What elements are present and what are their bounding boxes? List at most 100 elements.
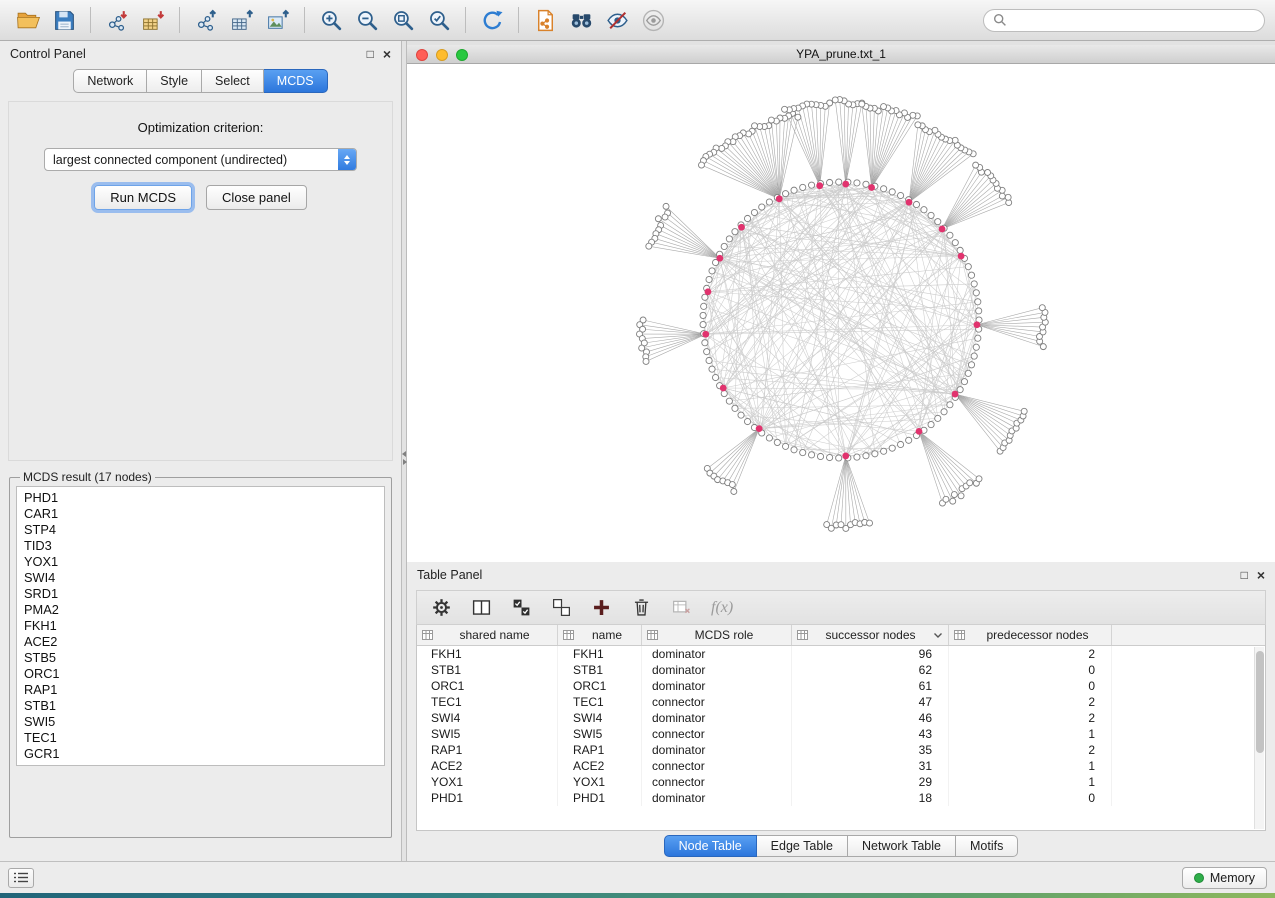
table-row[interactable]: SWI4 SWI4 dominator 46 2 xyxy=(417,710,1265,726)
table-row[interactable]: PHD1 PHD1 dominator 18 0 xyxy=(417,790,1265,806)
cell-predecessor-nodes[interactable]: 1 xyxy=(949,774,1112,790)
cell-successor-nodes[interactable]: 62 xyxy=(792,662,949,678)
network-window-titlebar[interactable]: YPA_prune.txt_1 xyxy=(407,45,1275,64)
tab-mcds[interactable]: MCDS xyxy=(264,69,328,93)
tab-edge-table[interactable]: Edge Table xyxy=(757,835,848,857)
import-network-button[interactable] xyxy=(99,4,135,36)
cell-shared-name[interactable]: STB1 xyxy=(417,662,558,678)
cell-name[interactable]: SWI5 xyxy=(558,726,642,742)
optimization-criterion-select[interactable]: largest connected component (undirected) xyxy=(44,148,357,171)
mcds-result-item[interactable]: YOX1 xyxy=(24,554,377,570)
splitter-handle-icon[interactable] xyxy=(402,451,406,468)
show-graphics-details-button[interactable] xyxy=(635,4,671,36)
close-table-panel-icon[interactable]: × xyxy=(1257,569,1265,581)
cell-successor-nodes[interactable]: 43 xyxy=(792,726,949,742)
column-header-successor-nodes[interactable]: successor nodes xyxy=(792,625,949,645)
table-row[interactable]: RAP1 RAP1 dominator 35 2 xyxy=(417,742,1265,758)
export-image-button[interactable] xyxy=(260,4,296,36)
mcds-result-item[interactable]: SWI4 xyxy=(24,570,377,586)
zoom-out-button[interactable] xyxy=(349,4,385,36)
cell-predecessor-nodes[interactable]: 2 xyxy=(949,710,1112,726)
cell-successor-nodes[interactable]: 46 xyxy=(792,710,949,726)
tab-select[interactable]: Select xyxy=(202,69,264,93)
cell-successor-nodes[interactable]: 35 xyxy=(792,742,949,758)
search-input[interactable] xyxy=(1013,13,1255,27)
table-row[interactable]: ACE2 ACE2 connector 31 1 xyxy=(417,758,1265,774)
mcds-result-list[interactable]: PHD1 CAR1 STP4 TID3 YOX1 SWI4 SRD1 PMA2 … xyxy=(16,486,385,766)
mcds-result-item[interactable]: ACE2 xyxy=(24,634,377,650)
cell-predecessor-nodes[interactable]: 0 xyxy=(949,662,1112,678)
cell-name[interactable]: RAP1 xyxy=(558,742,642,758)
cell-shared-name[interactable]: PHD1 xyxy=(417,790,558,806)
cell-shared-name[interactable]: TEC1 xyxy=(417,694,558,710)
mcds-result-item[interactable]: PMA2 xyxy=(24,602,377,618)
float-panel-icon[interactable]: □ xyxy=(367,48,374,60)
network-report-button[interactable] xyxy=(527,4,563,36)
mcds-result-item[interactable]: STB5 xyxy=(24,650,377,666)
table-settings-button[interactable] xyxy=(431,597,452,618)
add-column-button[interactable] xyxy=(591,597,612,618)
mcds-result-item[interactable]: RAP1 xyxy=(24,682,377,698)
save-session-button[interactable] xyxy=(46,4,82,36)
mcds-result-item[interactable]: CAR1 xyxy=(24,506,377,522)
cell-predecessor-nodes[interactable]: 2 xyxy=(949,646,1112,662)
float-table-panel-icon[interactable]: □ xyxy=(1241,569,1248,581)
open-file-button[interactable] xyxy=(10,4,46,36)
network-canvas[interactable] xyxy=(407,64,1275,562)
cell-mcds-role[interactable]: dominator xyxy=(642,646,792,662)
cell-name[interactable]: STB1 xyxy=(558,662,642,678)
zoom-fit-button[interactable] xyxy=(385,4,421,36)
cell-name[interactable]: YOX1 xyxy=(558,774,642,790)
cell-predecessor-nodes[interactable]: 1 xyxy=(949,726,1112,742)
cell-shared-name[interactable]: SWI4 xyxy=(417,710,558,726)
zoom-selected-button[interactable] xyxy=(421,4,457,36)
select-all-button[interactable] xyxy=(511,597,532,618)
refresh-button[interactable] xyxy=(474,4,510,36)
cell-mcds-role[interactable]: dominator xyxy=(642,742,792,758)
search-network-button[interactable] xyxy=(563,4,599,36)
column-header-shared-name[interactable]: shared name xyxy=(417,625,558,645)
run-mcds-button[interactable]: Run MCDS xyxy=(94,185,192,210)
cell-predecessor-nodes[interactable]: 0 xyxy=(949,678,1112,694)
export-network-button[interactable] xyxy=(188,4,224,36)
cell-mcds-role[interactable]: dominator xyxy=(642,790,792,806)
cell-name[interactable]: TEC1 xyxy=(558,694,642,710)
cell-predecessor-nodes[interactable]: 0 xyxy=(949,790,1112,806)
global-search-field[interactable] xyxy=(983,9,1265,32)
mcds-result-item[interactable]: STB1 xyxy=(24,698,377,714)
close-window-icon[interactable] xyxy=(416,49,428,61)
cell-shared-name[interactable]: ACE2 xyxy=(417,758,558,774)
table-row[interactable]: SWI5 SWI5 connector 43 1 xyxy=(417,726,1265,742)
cell-shared-name[interactable]: FKH1 xyxy=(417,646,558,662)
export-table-button[interactable] xyxy=(224,4,260,36)
close-panel-icon[interactable]: × xyxy=(383,48,391,60)
tab-motifs[interactable]: Motifs xyxy=(956,835,1018,857)
hide-graphics-details-button[interactable] xyxy=(599,4,635,36)
cell-mcds-role[interactable]: connector xyxy=(642,694,792,710)
memory-button[interactable]: Memory xyxy=(1182,867,1267,889)
delete-column-button[interactable] xyxy=(631,597,652,618)
cell-predecessor-nodes[interactable]: 1 xyxy=(949,758,1112,774)
mcds-result-item[interactable]: SWI5 xyxy=(24,714,377,730)
cell-name[interactable]: FKH1 xyxy=(558,646,642,662)
cell-shared-name[interactable]: YOX1 xyxy=(417,774,558,790)
network-graph[interactable] xyxy=(407,64,1275,562)
cell-shared-name[interactable]: ORC1 xyxy=(417,678,558,694)
cell-mcds-role[interactable]: connector xyxy=(642,726,792,742)
cell-mcds-role[interactable]: connector xyxy=(642,774,792,790)
cell-shared-name[interactable]: SWI5 xyxy=(417,726,558,742)
table-row[interactable]: YOX1 YOX1 connector 29 1 xyxy=(417,774,1265,790)
cell-successor-nodes[interactable]: 47 xyxy=(792,694,949,710)
deselect-all-button[interactable] xyxy=(551,597,572,618)
minimize-window-icon[interactable] xyxy=(436,49,448,61)
cell-name[interactable]: SWI4 xyxy=(558,710,642,726)
tab-node-table[interactable]: Node Table xyxy=(664,835,757,857)
cell-predecessor-nodes[interactable]: 2 xyxy=(949,742,1112,758)
zoom-in-button[interactable] xyxy=(313,4,349,36)
cell-successor-nodes[interactable]: 18 xyxy=(792,790,949,806)
scrollbar-thumb[interactable] xyxy=(1256,651,1264,753)
cell-predecessor-nodes[interactable]: 2 xyxy=(949,694,1112,710)
table-row[interactable]: TEC1 TEC1 connector 47 2 xyxy=(417,694,1265,710)
cell-mcds-role[interactable]: dominator xyxy=(642,662,792,678)
column-header-predecessor-nodes[interactable]: predecessor nodes xyxy=(949,625,1112,645)
